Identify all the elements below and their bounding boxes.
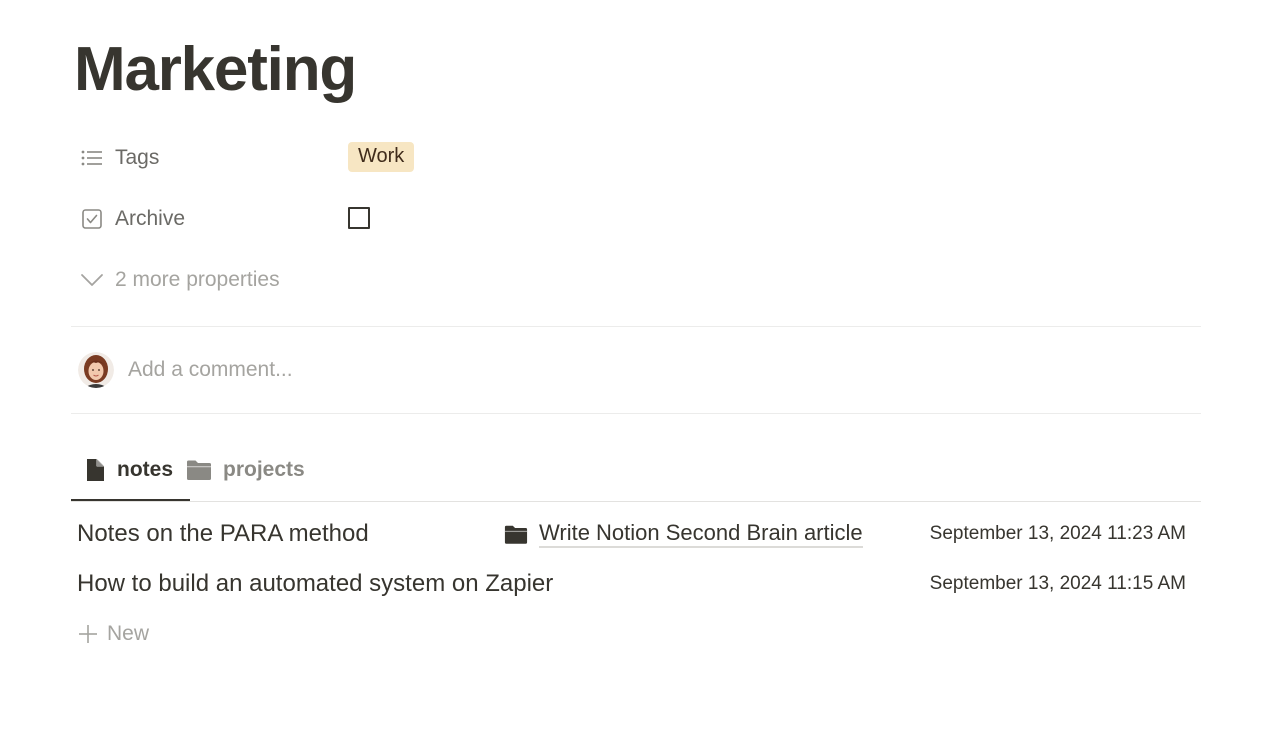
tab-label-projects: projects — [223, 458, 305, 481]
active-tab-indicator — [71, 499, 190, 501]
avatar — [78, 352, 114, 388]
tab-projects[interactable]: projects — [185, 450, 317, 490]
row-date: September 13, 2024 11:15 AM — [929, 573, 1186, 594]
property-label-archive: Archive — [115, 207, 186, 230]
checkbox-property-icon — [80, 207, 104, 231]
divider — [71, 326, 1201, 327]
tag-work[interactable]: Work — [348, 142, 415, 172]
tab-notes[interactable]: notes — [71, 450, 185, 490]
row-relation[interactable]: Write Notion Second Brain article — [504, 520, 863, 548]
more-properties-label: 2 more properties — [115, 268, 280, 291]
plus-icon — [77, 623, 99, 645]
row-date: September 13, 2024 11:23 AM — [929, 523, 1186, 544]
page-title[interactable]: Marketing — [74, 30, 357, 110]
archive-value[interactable] — [348, 207, 370, 229]
chevron-down-icon — [80, 268, 104, 292]
row-title[interactable]: How to build an automated system on Zapi… — [77, 570, 553, 598]
folder-icon — [504, 522, 528, 546]
relation-link[interactable]: Write Notion Second Brain article — [539, 520, 863, 548]
comment-input[interactable] — [128, 358, 728, 382]
new-label: New — [107, 622, 150, 645]
tags-value[interactable]: Work — [348, 142, 415, 172]
tab-label-notes: notes — [117, 458, 174, 481]
linked-view-tabs: notes projects — [71, 450, 317, 502]
row-title[interactable]: Notes on the PARA method — [77, 520, 369, 548]
folder-icon — [185, 458, 213, 482]
list-item[interactable]: Notes on the PARA method Write Notion Se… — [77, 514, 1187, 554]
divider — [71, 413, 1201, 414]
property-archive[interactable]: Archive — [80, 201, 185, 237]
tabs-divider — [71, 501, 1201, 502]
property-tags[interactable]: Tags — [80, 140, 159, 176]
new-button[interactable]: New — [77, 618, 149, 650]
document-icon — [83, 458, 107, 482]
list-item[interactable]: How to build an automated system on Zapi… — [77, 564, 1187, 604]
more-properties-toggle[interactable]: 2 more properties — [80, 262, 280, 298]
property-label-tags: Tags — [115, 146, 160, 169]
archive-checkbox[interactable] — [348, 207, 370, 229]
comment-row[interactable] — [78, 350, 728, 390]
list-icon — [80, 146, 104, 170]
